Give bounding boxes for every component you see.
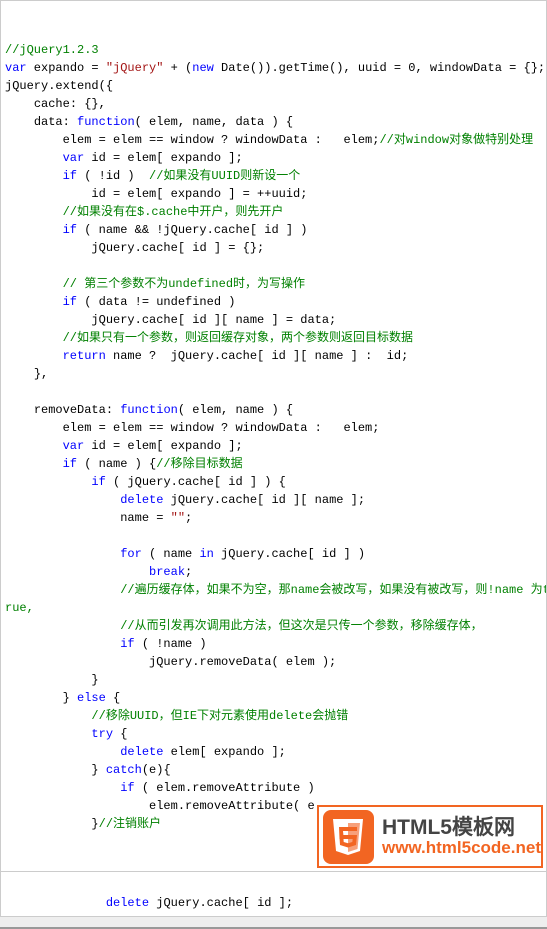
code-line [5, 383, 542, 401]
code-line: //jQuery1.2.3 [5, 41, 542, 59]
code-line: // 第三个参数不为undefined时，为写操作 [5, 275, 542, 293]
code-line: try { [5, 725, 542, 743]
code-line: //移除UUID，但IE下对元素使用delete会抛错 [5, 707, 542, 725]
code-line: jQuery.cache[ id ] = {}; [5, 239, 542, 257]
logo-title: HTML5模板网 [382, 816, 541, 839]
code-line: name = ""; [5, 509, 542, 527]
code-line: jQuery.cache[ id ][ name ] = data; [5, 311, 542, 329]
code-line: return name ? jQuery.cache[ id ][ name ]… [5, 347, 542, 365]
code-line: elem = elem == window ? windowData : ele… [5, 131, 542, 149]
code-line: delete jQuery.cache[ id ]; [19, 896, 293, 910]
html5-icon [323, 810, 374, 864]
code-line: var expando = "jQuery" + (new Date()).ge… [5, 59, 542, 77]
code-line: //遍历缓存体，如果不为空，那name会被改写，如果没有被改写，则!name 为… [5, 581, 542, 599]
divider [0, 917, 547, 929]
code-line: } catch(e){ [5, 761, 542, 779]
code-line: if ( jQuery.cache[ id ] ) { [5, 473, 542, 491]
code-line: } else { [5, 689, 542, 707]
code-line: var id = elem[ expando ]; [5, 437, 542, 455]
code-line: //如果没有在$.cache中开户，则先开户 [5, 203, 542, 221]
code-line [5, 257, 542, 275]
code-block-continued: delete jQuery.cache[ id ]; [0, 872, 547, 917]
code-line: if ( !id ) //如果没有UUID则新设一个 [5, 167, 542, 185]
code-line: jQuery.extend({ [5, 77, 542, 95]
code-line: removeData: function( elem, name ) { [5, 401, 542, 419]
watermark-logo: HTML5模板网 www.html5code.net [317, 805, 543, 868]
code-line: if ( data != undefined ) [5, 293, 542, 311]
code-line: var id = elem[ expando ]; [5, 149, 542, 167]
code-line: rue, [5, 599, 542, 617]
logo-text: HTML5模板网 www.html5code.net [382, 816, 541, 858]
code-line: delete jQuery.cache[ id ][ name ]; [5, 491, 542, 509]
code-line: for ( name in jQuery.cache[ id ] ) [5, 545, 542, 563]
code-line: if ( !name ) [5, 635, 542, 653]
code-line: id = elem[ expando ] = ++uuid; [5, 185, 542, 203]
code-block: //jQuery1.2.3var expando = "jQuery" + (n… [0, 0, 547, 872]
code-line: delete elem[ expando ]; [5, 743, 542, 761]
code-line: } [5, 671, 542, 689]
code-line: data: function( elem, name, data ) { [5, 113, 542, 131]
code-lines: //jQuery1.2.3var expando = "jQuery" + (n… [5, 41, 542, 833]
code-line: cache: {}, [5, 95, 542, 113]
code-line: break; [5, 563, 542, 581]
code-line [5, 527, 542, 545]
code-line: //从而引发再次调用此方法，但这次是只传一个参数，移除缓存体， [5, 617, 542, 635]
logo-url: www.html5code.net [382, 839, 541, 858]
code-line: elem = elem == window ? windowData : ele… [5, 419, 542, 437]
code-line: }, [5, 365, 542, 383]
code-line: jQuery.removeData( elem ); [5, 653, 542, 671]
code-line: if ( name && !jQuery.cache[ id ] ) [5, 221, 542, 239]
code-line: if ( name ) {//移除目标数据 [5, 455, 542, 473]
code-line: //如果只有一个参数，则返回缓存对象，两个参数则返回目标数据 [5, 329, 542, 347]
code-line: if ( elem.removeAttribute ) [5, 779, 542, 797]
